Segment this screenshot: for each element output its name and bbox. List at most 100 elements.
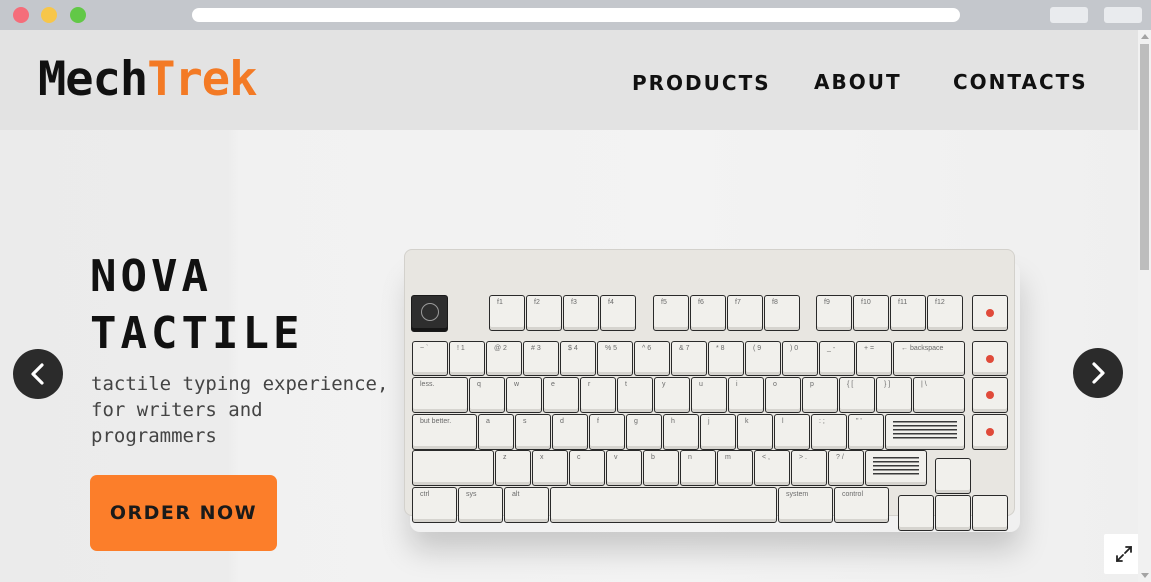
key-legend: ~ ` <box>420 345 429 352</box>
keyboard-key: " ' <box>848 414 884 450</box>
key-legend: f10 <box>861 299 871 306</box>
keyboard-key: $ 4 <box>560 341 596 376</box>
keyboard-key: h <box>663 414 699 450</box>
key-legend: c <box>577 454 581 461</box>
key-legend: g <box>634 418 638 425</box>
key-legend: f7 <box>735 299 741 306</box>
key-legend: } ] <box>884 381 891 388</box>
address-bar[interactable] <box>192 8 960 22</box>
key-legend: u <box>699 381 703 388</box>
key-legend: + = <box>864 345 875 352</box>
keyboard-key: | \ <box>913 377 965 413</box>
keyboard-key: f5 <box>653 295 689 331</box>
keyboard-key <box>935 458 971 494</box>
page-scrollbar[interactable] <box>1138 30 1151 582</box>
keyboard-key <box>972 377 1008 413</box>
browser-button[interactable] <box>1104 7 1142 23</box>
keyboard-key: ctrl <box>412 487 457 523</box>
nav-about-link[interactable]: ABOUT <box>814 70 902 94</box>
page: MechTrek PRODUCTS ABOUT CONTACTS NOVA TA… <box>0 30 1138 582</box>
keyboard-key: less. <box>412 377 468 413</box>
keyboard-key: f4 <box>600 295 636 331</box>
key-legend: " ' <box>856 418 862 425</box>
key-legend: p <box>810 381 814 388</box>
window-maximize-button[interactable] <box>70 7 86 23</box>
keyboard-key: ( 9 <box>745 341 781 376</box>
keyboard-key: & 7 <box>671 341 707 376</box>
key-legend: d <box>560 418 564 425</box>
key-legend: a <box>486 418 490 425</box>
keyboard-key: k <box>737 414 773 450</box>
key-legend: | \ <box>921 381 927 388</box>
key-legend: but better. <box>420 418 452 425</box>
key-legend: f12 <box>935 299 945 306</box>
chevron-right-icon <box>1092 362 1105 384</box>
keyboard-key: u <box>691 377 727 413</box>
hero-subtitle-line: for writers and <box>91 399 263 421</box>
key-legend: n <box>688 454 692 461</box>
key-legend: < , <box>762 454 770 461</box>
keyboard-key: ^ 6 <box>634 341 670 376</box>
key-legend: w <box>514 381 520 388</box>
keyboard-key: f10 <box>853 295 889 331</box>
key-legend: system <box>786 491 809 498</box>
key-legend: y <box>662 381 666 388</box>
scroll-thumb[interactable] <box>1140 44 1149 270</box>
key-legend: & 7 <box>679 345 690 352</box>
key-legend: m <box>725 454 731 461</box>
keyboard-key <box>972 495 1008 531</box>
keyboard-product-image: f1 f2 f3 f4 f5 f6 f7 f8 f9 f10 f11 f12 ~ ` ! 1 @ 2 # 3 $… <box>404 249 1015 531</box>
keyboard-key: f11 <box>890 295 926 331</box>
keyboard-key: f2 <box>526 295 562 331</box>
keyboard-key: + = <box>856 341 892 376</box>
key-legend: @ 2 <box>494 345 507 352</box>
nav-products-link[interactable]: PRODUCTS <box>632 71 771 95</box>
browser-button[interactable] <box>1050 7 1088 23</box>
key-legend: f1 <box>497 299 503 306</box>
key-legend: z <box>503 454 507 461</box>
speaker-grille <box>873 457 919 477</box>
hero-subtitle: tactile typing experience, for writers a… <box>91 371 401 449</box>
keyboard-key: f6 <box>690 295 726 331</box>
fullscreen-button[interactable] <box>1104 534 1138 574</box>
key-legend: { [ <box>847 381 854 388</box>
browser-chrome <box>0 0 1151 30</box>
knob-icon <box>421 303 439 321</box>
scroll-up-arrow[interactable] <box>1141 34 1149 39</box>
keyboard-key: f7 <box>727 295 763 331</box>
key-legend: f <box>597 418 599 425</box>
key-legend: sys <box>466 491 477 498</box>
carousel-prev-button[interactable] <box>13 349 63 399</box>
keyboard-key: ) 0 <box>782 341 818 376</box>
keyboard-key: : ; <box>811 414 847 450</box>
key-legend: f8 <box>772 299 778 306</box>
keyboard-key: f8 <box>764 295 800 331</box>
key-legend: l <box>782 418 784 425</box>
site-header: MechTrek PRODUCTS ABOUT CONTACTS <box>0 30 1138 130</box>
key-legend: # 3 <box>531 345 541 352</box>
carousel-next-button[interactable] <box>1073 348 1123 398</box>
keyboard-key: r <box>580 377 616 413</box>
keyboard-key: q <box>469 377 505 413</box>
keyboard-key <box>411 295 448 332</box>
key-legend: > . <box>799 454 807 461</box>
keyboard-key: ? / <box>828 450 864 486</box>
window-close-button[interactable] <box>13 7 29 23</box>
key-legend: ctrl <box>420 491 430 498</box>
brand-logo[interactable]: MechTrek <box>38 52 257 107</box>
nav-contacts-link[interactable]: CONTACTS <box>953 70 1088 94</box>
keyboard-key: m <box>717 450 753 486</box>
scroll-down-arrow[interactable] <box>1141 573 1149 578</box>
key-legend: f11 <box>898 299 908 306</box>
window-minimize-button[interactable] <box>41 7 57 23</box>
key-legend: k <box>745 418 749 425</box>
key-legend: f6 <box>698 299 704 306</box>
keyboard-key: { [ <box>839 377 875 413</box>
keyboard-key <box>935 495 971 531</box>
key-legend: * 8 <box>716 345 725 352</box>
hero-subtitle-line: programmers <box>91 425 217 447</box>
key-legend: v <box>614 454 618 461</box>
keyboard-key: f1 <box>489 295 525 331</box>
key-legend: ? / <box>836 454 844 461</box>
order-now-button[interactable]: ORDER NOW <box>90 475 277 551</box>
